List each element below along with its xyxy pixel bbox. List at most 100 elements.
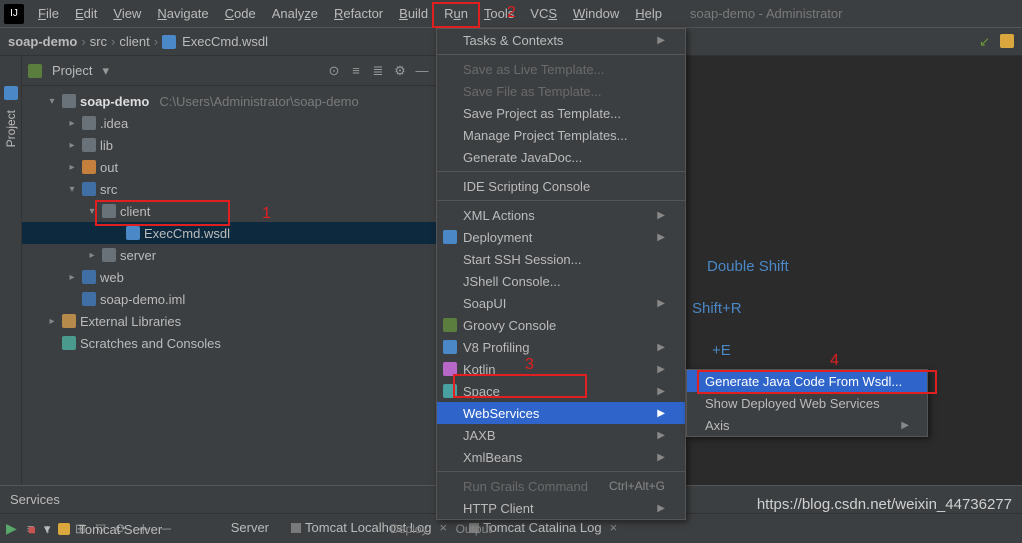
chevron-right-icon[interactable]: ▸ xyxy=(66,272,78,283)
run-icon[interactable]: ▶ xyxy=(6,520,17,537)
mi-save-proj-tpl[interactable]: Save Project as Template... xyxy=(437,102,685,124)
tree-idea[interactable]: ▸ .idea xyxy=(22,112,436,134)
tree-client[interactable]: ▾ client xyxy=(22,200,436,222)
menu-run[interactable]: Run xyxy=(436,2,476,25)
project-tool-tab[interactable]: Project xyxy=(2,104,20,153)
select-opened-file-icon[interactable]: ⊙ xyxy=(326,63,342,79)
close-icon[interactable]: × xyxy=(610,520,618,535)
tree-file-execcmd[interactable]: ExecCmd.wsdl xyxy=(22,222,436,244)
menu-separator xyxy=(437,200,685,201)
mi-ide-script[interactable]: IDE Scripting Console xyxy=(437,175,685,197)
gear-icon[interactable]: ⚙ xyxy=(392,63,408,79)
submenu-arrow-icon: ▶ xyxy=(657,503,665,514)
chevron-down-icon[interactable]: ▾ xyxy=(44,521,51,537)
annotation-label-4: 4 xyxy=(830,352,839,370)
mi-kotlin[interactable]: Kotlin▶ xyxy=(437,358,685,380)
menu-view[interactable]: View xyxy=(105,2,149,25)
mi-soapui[interactable]: SoapUI▶ xyxy=(437,292,685,314)
mi-xmlbeans[interactable]: XmlBeans▶ xyxy=(437,446,685,468)
annotation-label-3: 3 xyxy=(525,356,534,374)
menu-code[interactable]: Code xyxy=(217,2,264,25)
tree-web[interactable]: ▸ web xyxy=(22,266,436,288)
crumb-client[interactable]: client xyxy=(119,34,149,49)
submenu-arrow-icon: ▶ xyxy=(657,408,665,419)
expand-all-icon[interactable]: ≡ xyxy=(348,63,364,79)
build-icon[interactable]: ↙ xyxy=(979,34,990,50)
chevron-right-icon[interactable]: ▸ xyxy=(66,118,78,129)
mi-jaxb[interactable]: JAXB▶ xyxy=(437,424,685,446)
project-tool-icon[interactable] xyxy=(4,86,18,100)
mi-save-live: Save as Live Template... xyxy=(437,58,685,80)
menu-vcs[interactable]: VCS xyxy=(522,2,565,25)
menu-navigate[interactable]: Navigate xyxy=(149,2,216,25)
chevron-right-icon: › xyxy=(154,34,158,49)
mi-jshell[interactable]: JShell Console... xyxy=(437,270,685,292)
menu-file[interactable]: File xyxy=(30,2,67,25)
menu-analyze[interactable]: Analyze xyxy=(264,2,326,25)
crumb-root[interactable]: soap-demo xyxy=(8,34,77,49)
mi-webservices[interactable]: WebServices▶ xyxy=(437,402,685,424)
menu-help[interactable]: Help xyxy=(627,2,670,25)
project-folder-icon xyxy=(62,94,76,108)
collapse-all-icon[interactable]: ≣ xyxy=(370,63,386,79)
app-logo-icon: IJ xyxy=(4,4,24,24)
chevron-right-icon[interactable]: ▸ xyxy=(66,162,78,173)
chevron-right-icon[interactable]: ▸ xyxy=(86,250,98,261)
crumb-src[interactable]: src xyxy=(90,34,107,49)
tomcat-icon xyxy=(58,523,70,535)
menu-refactor[interactable]: Refactor xyxy=(326,2,391,25)
tree-src[interactable]: ▾ src xyxy=(22,178,436,200)
mi-start-ssh[interactable]: Start SSH Session... xyxy=(437,248,685,270)
chevron-down-icon[interactable]: ▾ xyxy=(86,206,98,217)
mi-generate-java-from-wsdl[interactable]: Generate Java Code From Wsdl... xyxy=(687,370,927,392)
tree-out[interactable]: ▸ out xyxy=(22,156,436,178)
window-title: soap-demo - Administrator xyxy=(690,6,842,21)
chevron-right-icon[interactable]: ▸ xyxy=(66,140,78,151)
hide-icon[interactable]: — xyxy=(414,63,430,79)
dropdown-icon[interactable]: ▾ xyxy=(102,63,109,79)
menu-build[interactable]: Build xyxy=(391,2,436,25)
submenu-arrow-icon: ▶ xyxy=(657,452,665,463)
tools-menu-dropdown: Tasks & Contexts▶ Save as Live Template.… xyxy=(436,28,686,520)
tomcat-server-label[interactable]: Tomcat Server xyxy=(78,522,162,537)
scratch-icon xyxy=(62,336,76,350)
wsdl-file-icon xyxy=(162,35,176,49)
mi-deployment[interactable]: Deployment▶ xyxy=(437,226,685,248)
mi-xml-actions[interactable]: XML Actions▶ xyxy=(437,204,685,226)
mi-show-deployed[interactable]: Show Deployed Web Services xyxy=(687,392,927,414)
tree-root-label: soap-demo xyxy=(80,94,149,109)
chevron-down-icon[interactable]: ▾ xyxy=(66,184,78,195)
tree-scratches[interactable]: Scratches and Consoles xyxy=(22,332,436,354)
tree-iml[interactable]: soap-demo.iml xyxy=(22,288,436,310)
chevron-right-icon[interactable]: ▸ xyxy=(46,316,58,327)
subtab-deploy[interactable]: Deploy xyxy=(390,522,427,536)
menu-window[interactable]: Window xyxy=(565,2,627,25)
menu-separator xyxy=(437,54,685,55)
mi-http-client[interactable]: HTTP Client▶ xyxy=(437,497,685,519)
tree-root[interactable]: ▾ soap-demo C:\Users\Administrator\soap-… xyxy=(22,90,436,112)
mi-tasks[interactable]: Tasks & Contexts▶ xyxy=(437,29,685,51)
mi-v8[interactable]: V8 Profiling▶ xyxy=(437,336,685,358)
tree-lib[interactable]: ▸ lib xyxy=(22,134,436,156)
chevron-down-icon[interactable]: ▾ xyxy=(46,96,58,107)
subtab-output[interactable]: Output xyxy=(456,522,492,536)
tree-server[interactable]: ▸ server xyxy=(22,244,436,266)
annotation-label-2: 2 xyxy=(507,4,516,22)
mi-gen-javadoc[interactable]: Generate JavaDoc... xyxy=(437,146,685,168)
mi-manage-tpl[interactable]: Manage Project Templates... xyxy=(437,124,685,146)
mi-axis[interactable]: Axis▶ xyxy=(687,414,927,436)
folder-icon xyxy=(82,138,96,152)
submenu-arrow-icon: ▶ xyxy=(657,386,665,397)
menu-edit[interactable]: Edit xyxy=(67,2,105,25)
chevron-right-icon: › xyxy=(81,34,85,49)
tree-external-libs[interactable]: ▸ External Libraries xyxy=(22,310,436,332)
package-icon xyxy=(102,248,116,262)
project-view-title[interactable]: Project xyxy=(52,63,92,78)
stop-icon[interactable]: ■ xyxy=(28,522,36,537)
warning-icon[interactable] xyxy=(1000,34,1014,48)
groovy-icon xyxy=(443,318,457,332)
crumb-file[interactable]: ExecCmd.wsdl xyxy=(182,34,268,49)
mi-space[interactable]: Space▶ xyxy=(437,380,685,402)
submenu-arrow-icon: ▶ xyxy=(657,35,665,46)
mi-groovy[interactable]: Groovy Console xyxy=(437,314,685,336)
